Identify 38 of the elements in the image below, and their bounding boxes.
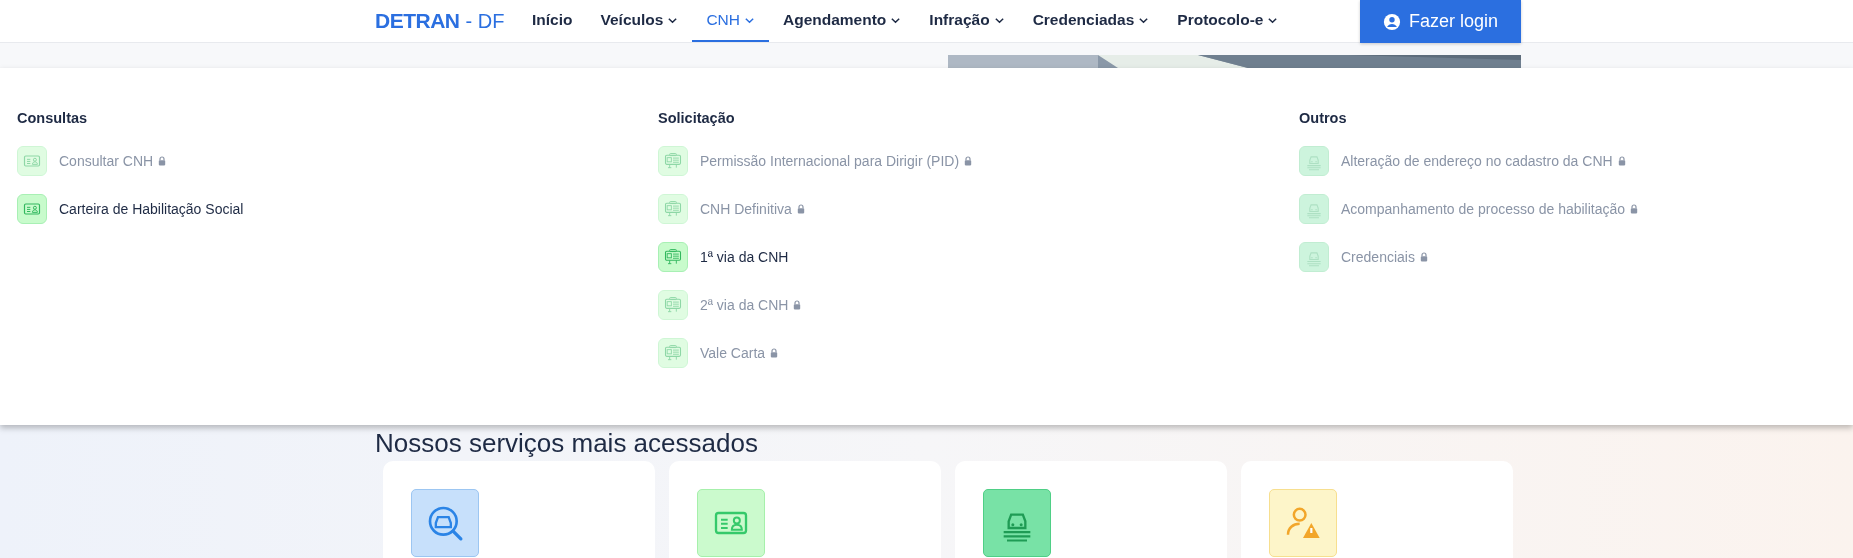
document-icon xyxy=(658,242,688,272)
logo-suffix[interactable]: - DF xyxy=(465,9,505,33)
document-icon xyxy=(658,146,688,176)
car-document-icon xyxy=(983,489,1051,557)
id-card-icon xyxy=(17,146,47,176)
car-document-icon xyxy=(1299,242,1329,272)
logo-name[interactable]: DETRAN xyxy=(375,9,460,33)
menu-item[interactable]: 1ª via da CNH xyxy=(658,242,789,272)
menu-item[interactable]: Consultar CNH xyxy=(17,146,167,176)
column-heading: Outros xyxy=(1299,110,1348,126)
user-warning-icon xyxy=(1269,489,1337,557)
user-icon xyxy=(1382,12,1401,31)
nav-item[interactable]: Protocolo-e xyxy=(1163,0,1293,42)
menu-item[interactable]: Carteira de Habilitação Social xyxy=(17,194,244,224)
id-card-icon xyxy=(697,489,765,557)
column-heading: Solicitação xyxy=(658,110,736,126)
nav-item[interactable]: Veículos xyxy=(586,0,693,42)
menu-item[interactable]: 2ª via da CNH xyxy=(658,290,802,320)
document-icon xyxy=(658,194,688,224)
nav-item[interactable]: Início xyxy=(518,0,587,42)
document-icon xyxy=(658,290,688,320)
menu-item[interactable]: CNH Definitiva xyxy=(658,194,805,224)
car-document-icon xyxy=(1299,146,1329,176)
document-icon xyxy=(658,338,688,368)
menu-item[interactable]: Acompanhamento de processo de habilitação xyxy=(1299,194,1639,224)
menu-item[interactable]: Credenciais xyxy=(1299,242,1428,272)
nav-item[interactable]: Credenciadas xyxy=(1018,0,1164,42)
menu-item[interactable]: Vale Carta xyxy=(658,338,779,368)
nav-item[interactable]: Infração xyxy=(915,0,1019,42)
column-heading: Consultas xyxy=(17,110,89,126)
section-heading: Nossos serviços mais acessados xyxy=(375,428,759,458)
menu-item[interactable]: Permissão Internacional para Dirigir (PID) xyxy=(658,146,973,176)
menu-item[interactable]: Alteração de endereço no cadastro da CNH xyxy=(1299,146,1626,176)
id-card-icon xyxy=(17,194,47,224)
login-button[interactable]: Fazer login xyxy=(1360,0,1521,43)
nav-item[interactable]: Agendamento xyxy=(769,0,916,42)
car-document-icon xyxy=(1299,194,1329,224)
car-search-icon xyxy=(411,489,479,557)
